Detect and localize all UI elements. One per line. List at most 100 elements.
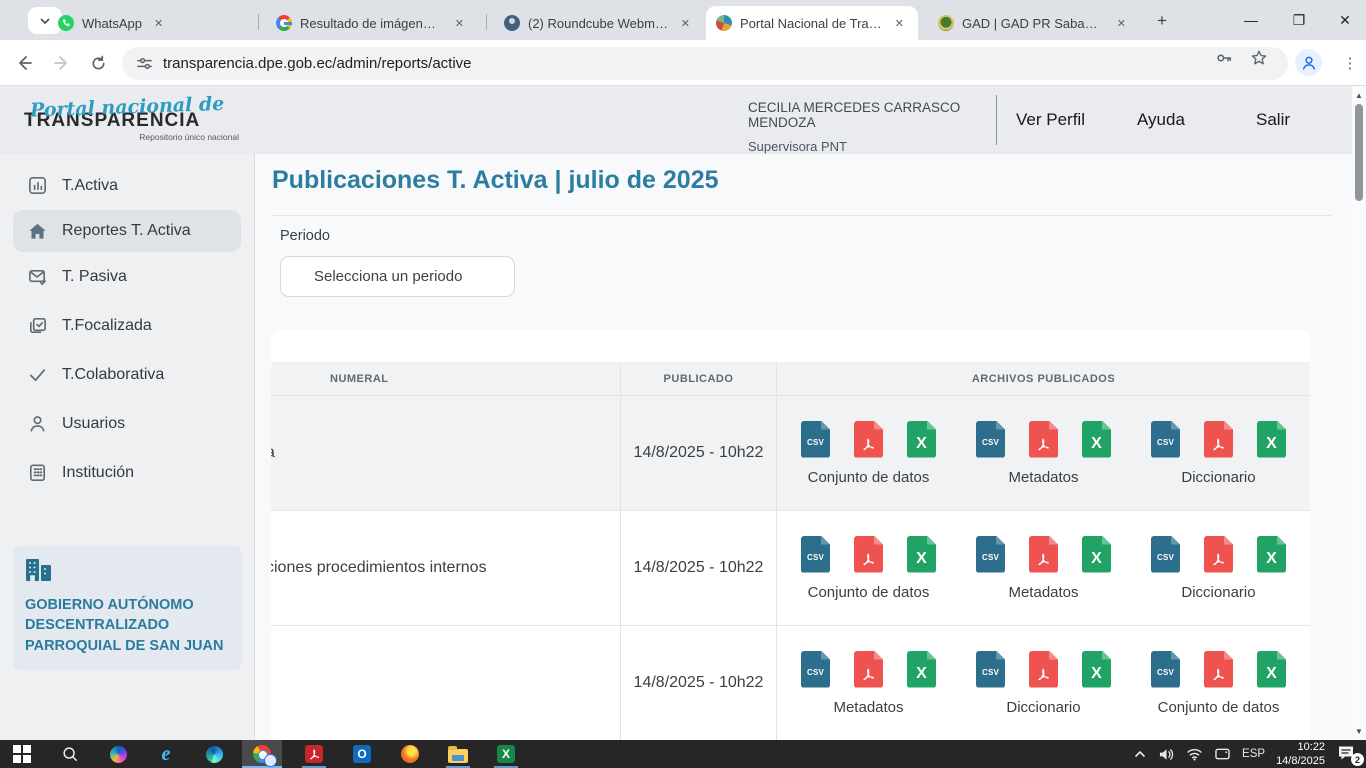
bookmark-star-icon[interactable] bbox=[1248, 47, 1270, 69]
profile-avatar[interactable] bbox=[1295, 49, 1322, 76]
excel-file-icon[interactable]: X bbox=[1257, 536, 1286, 573]
hidden-icons-chevron[interactable] bbox=[1133, 747, 1147, 761]
csv-file-icon[interactable]: CSV bbox=[976, 421, 1005, 458]
tab-roundcube[interactable]: (2) Roundcube Webmail :: E ✕ bbox=[494, 6, 704, 40]
file-group: CSV X Metadatos bbox=[781, 651, 956, 716]
organization-card[interactable]: GOBIERNO AUTÓNOMO DESCENTRALIZADO PARROQ… bbox=[13, 546, 242, 670]
forward-button[interactable] bbox=[50, 51, 74, 75]
tab-whatsapp[interactable]: WhatsApp ✕ bbox=[48, 6, 250, 40]
password-key-icon[interactable] bbox=[1213, 47, 1235, 69]
numeral-cell: ciones procedimientos internos bbox=[271, 511, 620, 625]
sidebar-item-label: T.Colaborativa bbox=[62, 366, 164, 384]
excel-file-icon[interactable]: X bbox=[1082, 421, 1111, 458]
pdf-file-icon[interactable] bbox=[1029, 651, 1058, 688]
sidebar-item-t-colaborativa[interactable]: T.Colaborativa bbox=[0, 350, 254, 399]
pdf-file-icon[interactable] bbox=[1029, 421, 1058, 458]
excel-file-icon[interactable]: X bbox=[907, 651, 936, 688]
wifi-icon[interactable] bbox=[1186, 747, 1203, 761]
sidebar-item-t-pasiva[interactable]: T. Pasiva bbox=[0, 252, 254, 301]
tab-portal-transparencia[interactable]: Portal Nacional de Transpare ✕ bbox=[706, 6, 918, 40]
user-block: CECILIA MERCEDES CARRASCO MENDOZA Superv… bbox=[748, 100, 998, 154]
tab-close-icon[interactable]: ✕ bbox=[150, 15, 167, 32]
ver-perfil-link[interactable]: Ver Perfil bbox=[1016, 110, 1085, 130]
excel-file-icon[interactable]: X bbox=[907, 421, 936, 458]
publications-table-card: NUMERAL PUBLICADO ARCHIVOS PUBLICADOS a … bbox=[271, 330, 1310, 740]
window-minimize-button[interactable]: — bbox=[1228, 0, 1274, 40]
csv-file-icon[interactable]: CSV bbox=[976, 651, 1005, 688]
pdf-file-icon[interactable] bbox=[854, 421, 883, 458]
start-button[interactable] bbox=[2, 740, 42, 768]
taskbar-edge-button[interactable] bbox=[194, 740, 234, 768]
tune-icon bbox=[136, 55, 153, 72]
address-bar[interactable]: transparencia.dpe.gob.ec/admin/reports/a… bbox=[122, 47, 1288, 80]
taskbar-clock[interactable]: 10:22 14/8/2025 bbox=[1276, 740, 1325, 768]
tab-close-icon[interactable]: ✕ bbox=[451, 15, 468, 32]
pdf-file-icon[interactable] bbox=[1029, 536, 1058, 573]
tab-google-images[interactable]: Resultado de imágenes de G ✕ bbox=[266, 6, 478, 40]
scrollbar-thumb[interactable] bbox=[1355, 104, 1363, 201]
csv-file-icon[interactable]: CSV bbox=[801, 651, 830, 688]
back-button[interactable] bbox=[12, 51, 36, 75]
taskbar-copilot-button[interactable] bbox=[98, 740, 138, 768]
browser-menu-icon[interactable]: ⋮ bbox=[1340, 49, 1360, 76]
excel-file-icon[interactable]: X bbox=[907, 536, 936, 573]
display-connect-icon[interactable] bbox=[1214, 747, 1231, 761]
pdf-file-icon[interactable] bbox=[1204, 421, 1233, 458]
excel-file-icon[interactable]: X bbox=[1257, 651, 1286, 688]
ayuda-link[interactable]: Ayuda bbox=[1137, 110, 1185, 130]
period-label: Periodo bbox=[280, 228, 330, 244]
taskbar-outlook-button[interactable]: O bbox=[342, 740, 382, 768]
language-indicator[interactable]: ESP bbox=[1242, 748, 1265, 760]
scroll-up-icon[interactable]: ▲ bbox=[1352, 88, 1366, 102]
reload-button[interactable] bbox=[86, 51, 110, 75]
window-close-button[interactable]: ✕ bbox=[1322, 0, 1366, 40]
pdf-file-icon[interactable] bbox=[854, 536, 883, 573]
taskbar-firefox-button[interactable] bbox=[390, 740, 430, 768]
csv-file-icon[interactable]: CSV bbox=[801, 536, 830, 573]
taskbar-acrobat-button[interactable] bbox=[294, 740, 334, 768]
excel-file-icon[interactable]: X bbox=[1082, 651, 1111, 688]
new-tab-button[interactable]: + bbox=[1150, 9, 1174, 33]
action-center-button[interactable]: 2 bbox=[1336, 744, 1360, 764]
tab-close-icon[interactable]: ✕ bbox=[677, 15, 694, 32]
acrobat-icon bbox=[305, 745, 323, 763]
pdf-file-icon[interactable] bbox=[1204, 536, 1233, 573]
volume-icon[interactable] bbox=[1158, 747, 1175, 762]
tab-gad-sabanilla[interactable]: GAD | GAD PR Sabanilla | ✕ bbox=[928, 6, 1140, 40]
tab-close-icon[interactable]: ✕ bbox=[1113, 15, 1130, 32]
taskbar-excel-button[interactable]: X bbox=[486, 740, 526, 768]
csv-file-icon[interactable]: CSV bbox=[801, 421, 830, 458]
sidebar-item-t-activa[interactable]: T.Activa bbox=[0, 161, 254, 210]
csv-file-icon[interactable]: CSV bbox=[1151, 651, 1180, 688]
taskbar-explorer-button[interactable] bbox=[438, 740, 478, 768]
sidebar-item-institucion[interactable]: Institución bbox=[0, 448, 254, 497]
excel-file-icon[interactable]: X bbox=[1257, 421, 1286, 458]
taskbar-chrome-button[interactable] bbox=[242, 740, 282, 768]
sidebar-item-usuarios[interactable]: Usuarios bbox=[0, 399, 254, 448]
taskbar-search-button[interactable] bbox=[50, 740, 90, 768]
tab-close-icon[interactable]: ✕ bbox=[891, 15, 908, 32]
csv-file-icon[interactable]: CSV bbox=[1151, 421, 1180, 458]
period-select[interactable]: Selecciona un periodo bbox=[280, 256, 515, 297]
window-restore-button[interactable]: ❐ bbox=[1276, 0, 1322, 40]
excel-file-icon[interactable]: X bbox=[1082, 536, 1111, 573]
search-icon bbox=[61, 745, 79, 763]
scroll-down-icon[interactable]: ▼ bbox=[1352, 724, 1366, 738]
page-scrollbar[interactable]: ▲ ▼ bbox=[1352, 86, 1366, 740]
published-cell: 14/8/2025 - 10h22 bbox=[620, 511, 776, 625]
pdf-file-icon[interactable] bbox=[854, 651, 883, 688]
pdf-file-icon[interactable] bbox=[1204, 651, 1233, 688]
check-icon bbox=[27, 364, 48, 385]
sidebar: T.Activa Reportes T. Activa T. Pasiva T.… bbox=[0, 154, 255, 740]
salir-link[interactable]: Salir bbox=[1256, 110, 1290, 130]
page-title: Publicaciones T. Activa | julio de 2025 bbox=[272, 166, 719, 195]
table-row: a 14/8/2025 - 10h22 CSV X Conjunto de da… bbox=[271, 396, 1310, 511]
taskbar-ie-button[interactable]: e bbox=[146, 740, 186, 768]
sidebar-item-reportes-t-activa[interactable]: Reportes T. Activa bbox=[13, 210, 241, 252]
sidebar-item-t-focalizada[interactable]: T.Focalizada bbox=[0, 301, 254, 350]
organization-name: GOBIERNO AUTÓNOMO DESCENTRALIZADO PARROQ… bbox=[25, 595, 230, 656]
csv-file-icon[interactable]: CSV bbox=[1151, 536, 1180, 573]
user-name: CECILIA MERCEDES CARRASCO MENDOZA bbox=[748, 100, 998, 130]
file-group-label: Metadatos bbox=[1008, 584, 1078, 601]
csv-file-icon[interactable]: CSV bbox=[976, 536, 1005, 573]
